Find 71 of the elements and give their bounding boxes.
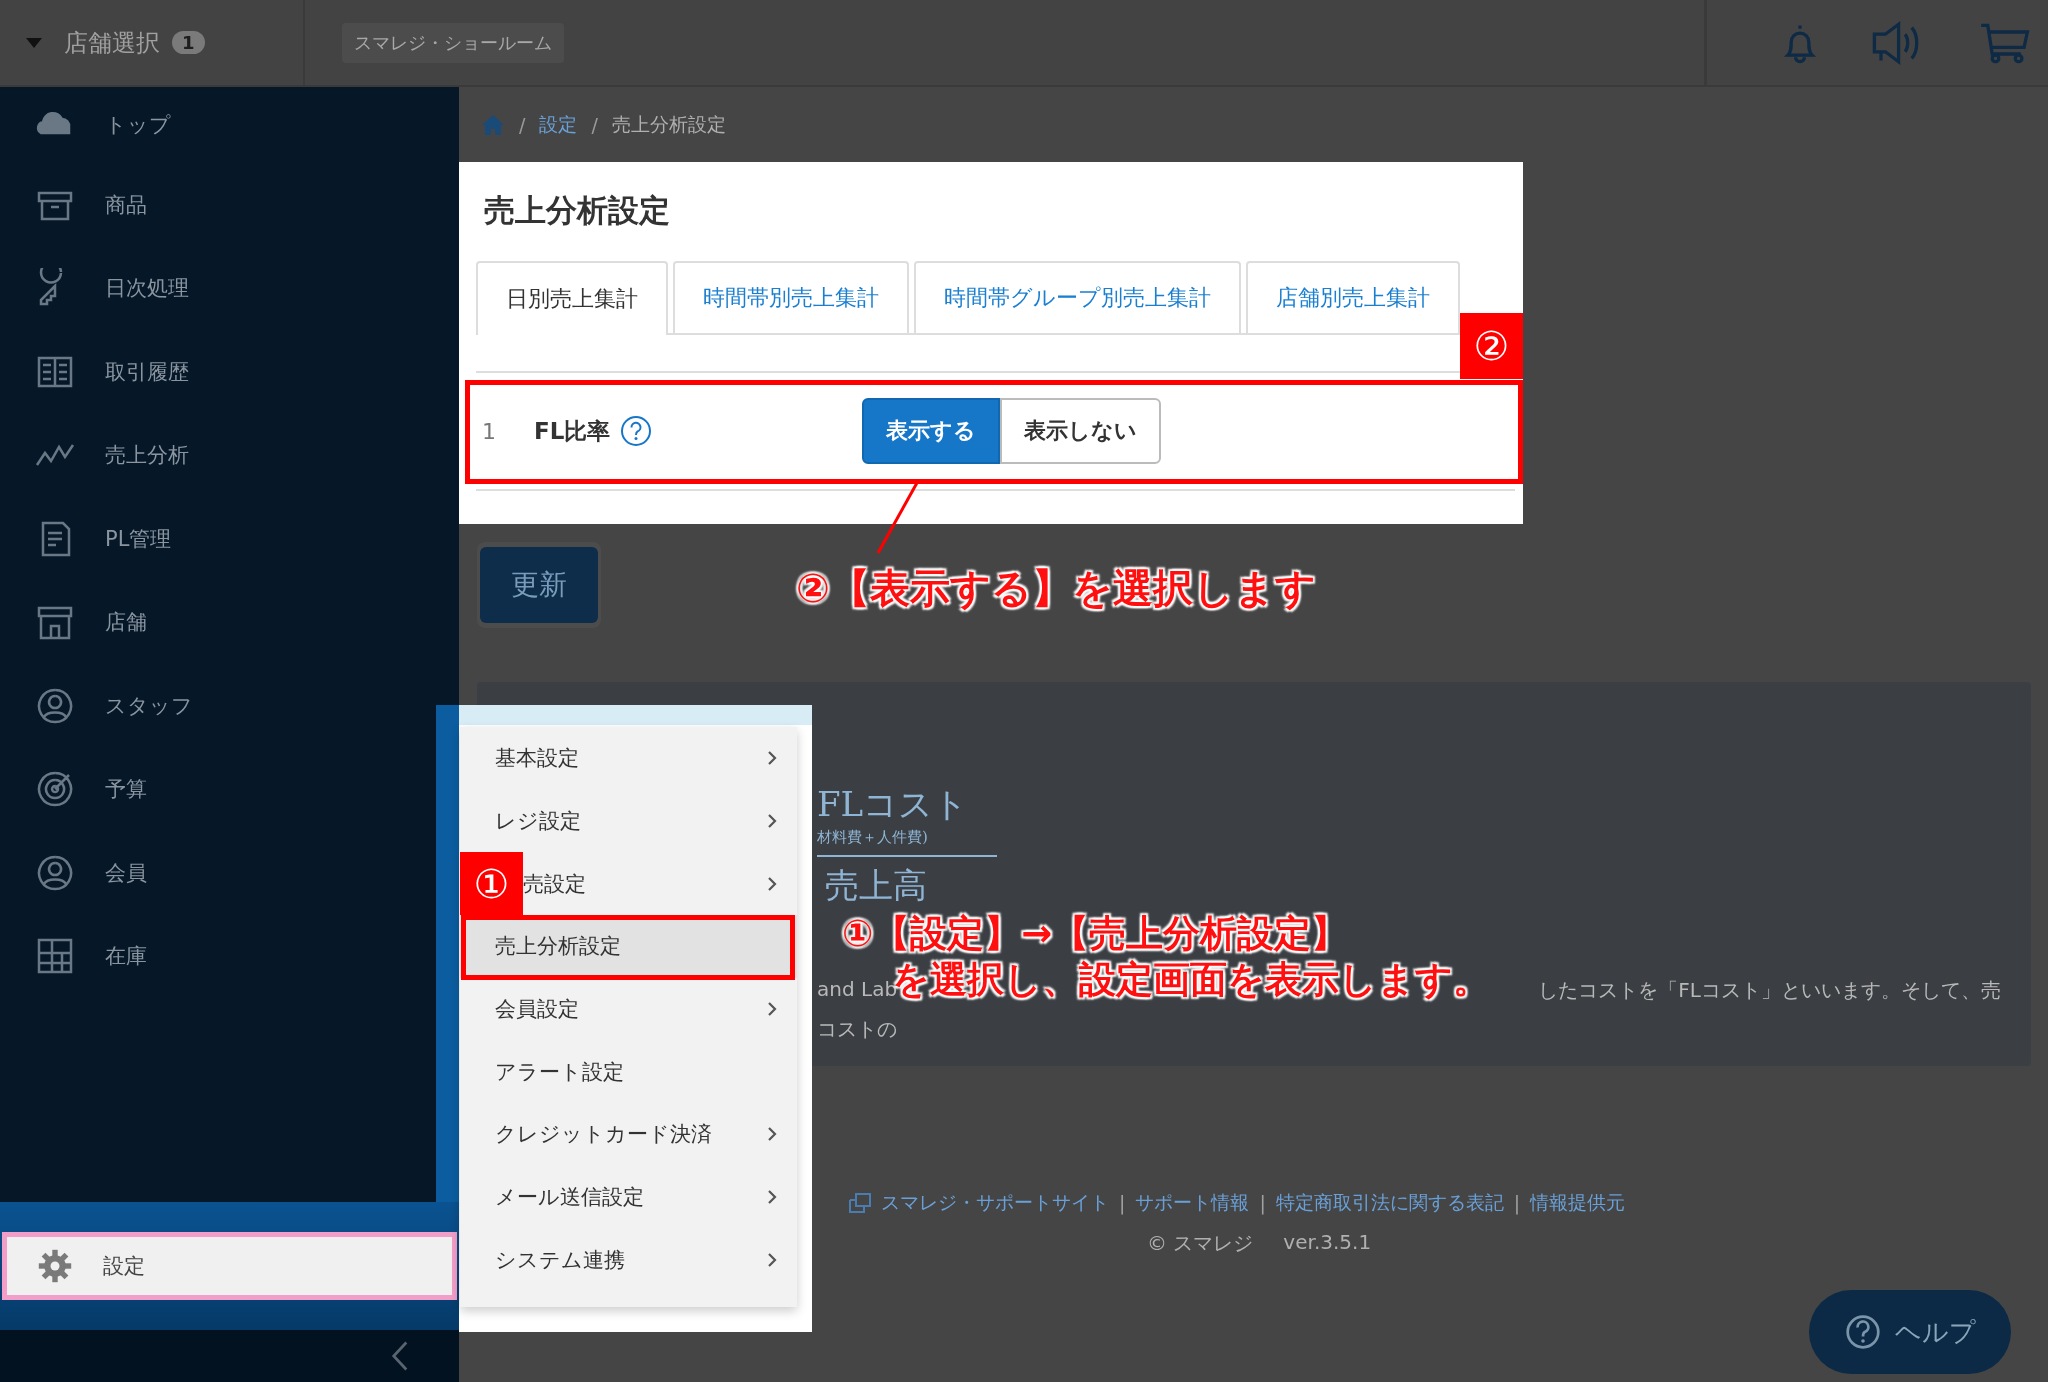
link-separator: | — [1513, 1192, 1521, 1214]
footer-link[interactable]: スマレジ・サポートサイト — [881, 1190, 1109, 1216]
sidebar-item[interactable]: 店舗 — [0, 580, 436, 664]
sidebar-item[interactable]: 日次処理 — [0, 246, 436, 330]
menu-item[interactable]: システム連携 — [460, 1228, 797, 1292]
help-icon — [1844, 1314, 1881, 1350]
copyright-text: © スマレジ — [1147, 1230, 1254, 1257]
formula-denominator: 売上高 — [824, 864, 928, 907]
menu-item[interactable]: 会員設定 — [460, 977, 797, 1041]
sidebar-item[interactable]: スタッフ — [0, 664, 436, 748]
settings-menu-item[interactable]: 設定 — [7, 1237, 452, 1295]
tab[interactable]: 時間帯別売上集計 — [673, 261, 909, 333]
footer-link[interactable]: サポート情報 — [1135, 1190, 1250, 1216]
tab[interactable]: 店舗別売上集計 — [1246, 261, 1460, 333]
callout-text: ②【表示する】を選択します — [796, 564, 1316, 612]
collapse-chevron-icon[interactable] — [391, 1340, 409, 1372]
info-text: したコストを「FLコスト」といいます。そして、売 — [1538, 977, 2001, 1004]
footer-link[interactable]: 特定商取引法に関する表記 — [1275, 1190, 1504, 1216]
chevron-right-icon — [767, 875, 777, 892]
formula-note: 材料費＋人件費) — [817, 828, 997, 857]
footer-link[interactable]: 情報提供元 — [1530, 1190, 1626, 1216]
update-button[interactable]: 更新 — [480, 547, 598, 623]
step-marker: ① — [460, 852, 523, 916]
setting-label: FL比率 — [534, 416, 611, 446]
info-text: コストの — [817, 1016, 897, 1043]
breadcrumb-link[interactable]: 設定 — [539, 111, 578, 138]
chevron-right-icon — [767, 1001, 777, 1018]
help-icon[interactable] — [620, 415, 653, 447]
row-number: 1 — [481, 418, 497, 444]
sidebar-item[interactable]: 在庫 — [0, 914, 436, 998]
breadcrumb-current: 売上分析設定 — [611, 111, 726, 137]
link-separator: | — [1119, 1192, 1126, 1214]
menu-item[interactable]: レジ設定 — [460, 789, 797, 853]
home-icon[interactable] — [481, 113, 505, 136]
menu-item[interactable]: クレジットカード決済 — [460, 1103, 797, 1166]
formula-numerator: FLコスト — [817, 783, 970, 826]
sidebar-item[interactable]: 会員 — [0, 831, 436, 915]
help-button[interactable]: ヘルプ — [1809, 1290, 2011, 1374]
store-name-field: スマレジ・ショールーム — [342, 22, 564, 63]
sidebar-item[interactable]: 予算 — [0, 747, 436, 831]
chevron-right-icon — [767, 750, 777, 767]
tab[interactable]: 時間帯グループ別売上集計 — [914, 261, 1241, 333]
chevron-right-icon — [767, 1126, 777, 1143]
link-separator: | — [1259, 1192, 1266, 1214]
menu-item[interactable]: アラート設定 — [460, 1040, 797, 1104]
menu-item[interactable]: 基本設定 — [460, 727, 797, 790]
step-marker: ② — [1460, 313, 1523, 379]
gear-icon — [37, 1248, 73, 1284]
sidebar-item[interactable]: 商品 — [0, 163, 436, 247]
sidebar-item[interactable]: トップ — [0, 87, 436, 163]
breadcrumb-separator: / — [519, 113, 526, 136]
chevron-right-icon — [767, 813, 777, 830]
breadcrumb-separator: / — [591, 113, 598, 136]
sidebar-item[interactable]: PL管理 — [0, 497, 436, 581]
menu-item[interactable]: ① 売設定 — [460, 852, 797, 916]
count-badge: 1 — [172, 31, 205, 54]
menu-item[interactable]: メール送信設定 — [460, 1165, 797, 1229]
menu-item[interactable]: 売上分析設定 — [460, 915, 797, 978]
sidebar-item[interactable]: 売上分析 — [0, 413, 436, 497]
panel-title: 売上分析設定 — [484, 191, 671, 230]
chevron-right-icon — [767, 1189, 777, 1206]
tab[interactable]: 日別売上集計 — [476, 261, 668, 335]
store-selector-label[interactable]: 店舗選択 — [64, 26, 160, 59]
version-text: ver.3.5.1 — [1283, 1230, 1372, 1256]
external-window-icon — [849, 1193, 871, 1213]
toggle-option[interactable]: 表示しない — [1000, 398, 1162, 464]
chevron-right-icon — [767, 1251, 777, 1268]
toggle-option[interactable]: 表示する — [862, 398, 1001, 464]
callout-text: ①【設定】→【売上分析設定】 — [842, 912, 1349, 957]
caret-icon[interactable] — [26, 37, 42, 48]
sidebar-item[interactable]: 取引履歴 — [0, 330, 436, 414]
